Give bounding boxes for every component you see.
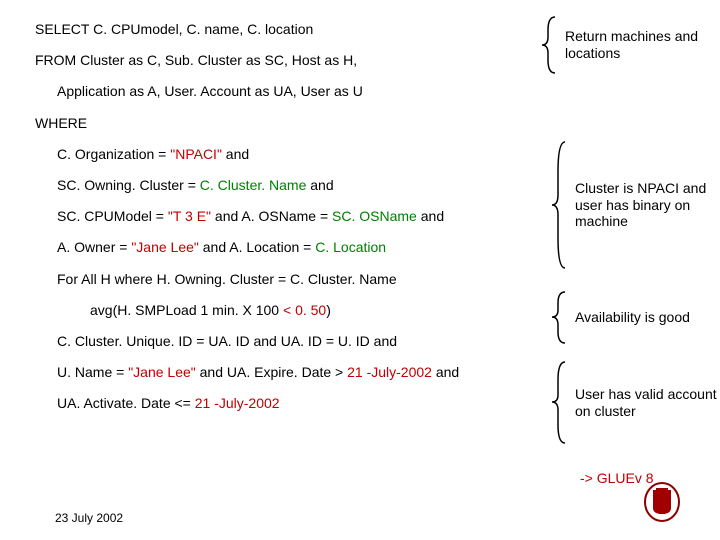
where-clause-9: UA. Activate. Date <= 21 -July-2002: [35, 394, 535, 412]
annotation-text: Cluster is NPACI and user has binary on …: [570, 180, 720, 230]
iu-logo: [644, 482, 680, 525]
from-line-2: Application as A, User. Account as UA, U…: [35, 82, 535, 100]
query-block: SELECT C. CPUmodel, C. name, C. location…: [35, 20, 535, 425]
from-line: FROM Cluster as C, Sub. Cluster as SC, H…: [35, 51, 535, 69]
annotation-3: Availability is good: [550, 290, 690, 345]
annotation-text: Return machines and locations: [560, 28, 720, 62]
brace-icon: [550, 360, 570, 445]
annotation-2: Cluster is NPACI and user has binary on …: [550, 140, 720, 270]
where-clause-1: C. Organization = "NPACI" and: [35, 145, 535, 163]
where-clause-4: A. Owner = "Jane Lee" and A. Location = …: [35, 238, 535, 256]
annotation-text: User has valid account on cluster: [570, 386, 720, 420]
where-clause-6: avg(H. SMPLoad 1 min. X 100 < 0. 50): [35, 301, 535, 319]
where-clause-5: For All H where H. Owning. Cluster = C. …: [35, 270, 535, 288]
annotation-4: User has valid account on cluster: [550, 360, 720, 445]
footer-date: 23 July 2002: [55, 511, 123, 525]
where-keyword: WHERE: [35, 114, 535, 132]
where-clause-8: U. Name = "Jane Lee" and UA. Expire. Dat…: [35, 363, 535, 381]
brace-icon: [540, 15, 560, 75]
annotation-1: Return machines and locations: [540, 15, 720, 75]
brace-icon: [550, 140, 570, 270]
gluev-label: -> GLUEv 8: [580, 470, 654, 486]
brace-icon: [550, 290, 570, 345]
annotation-text: Availability is good: [570, 309, 690, 326]
where-clause-3: SC. CPUModel = "T 3 E" and A. OSName = S…: [35, 207, 535, 225]
where-clause-7: C. Cluster. Unique. ID = UA. ID and UA. …: [35, 332, 535, 350]
where-clause-2: SC. Owning. Cluster = C. Cluster. Name a…: [35, 176, 535, 194]
select-line: SELECT C. CPUmodel, C. name, C. location: [35, 20, 535, 38]
